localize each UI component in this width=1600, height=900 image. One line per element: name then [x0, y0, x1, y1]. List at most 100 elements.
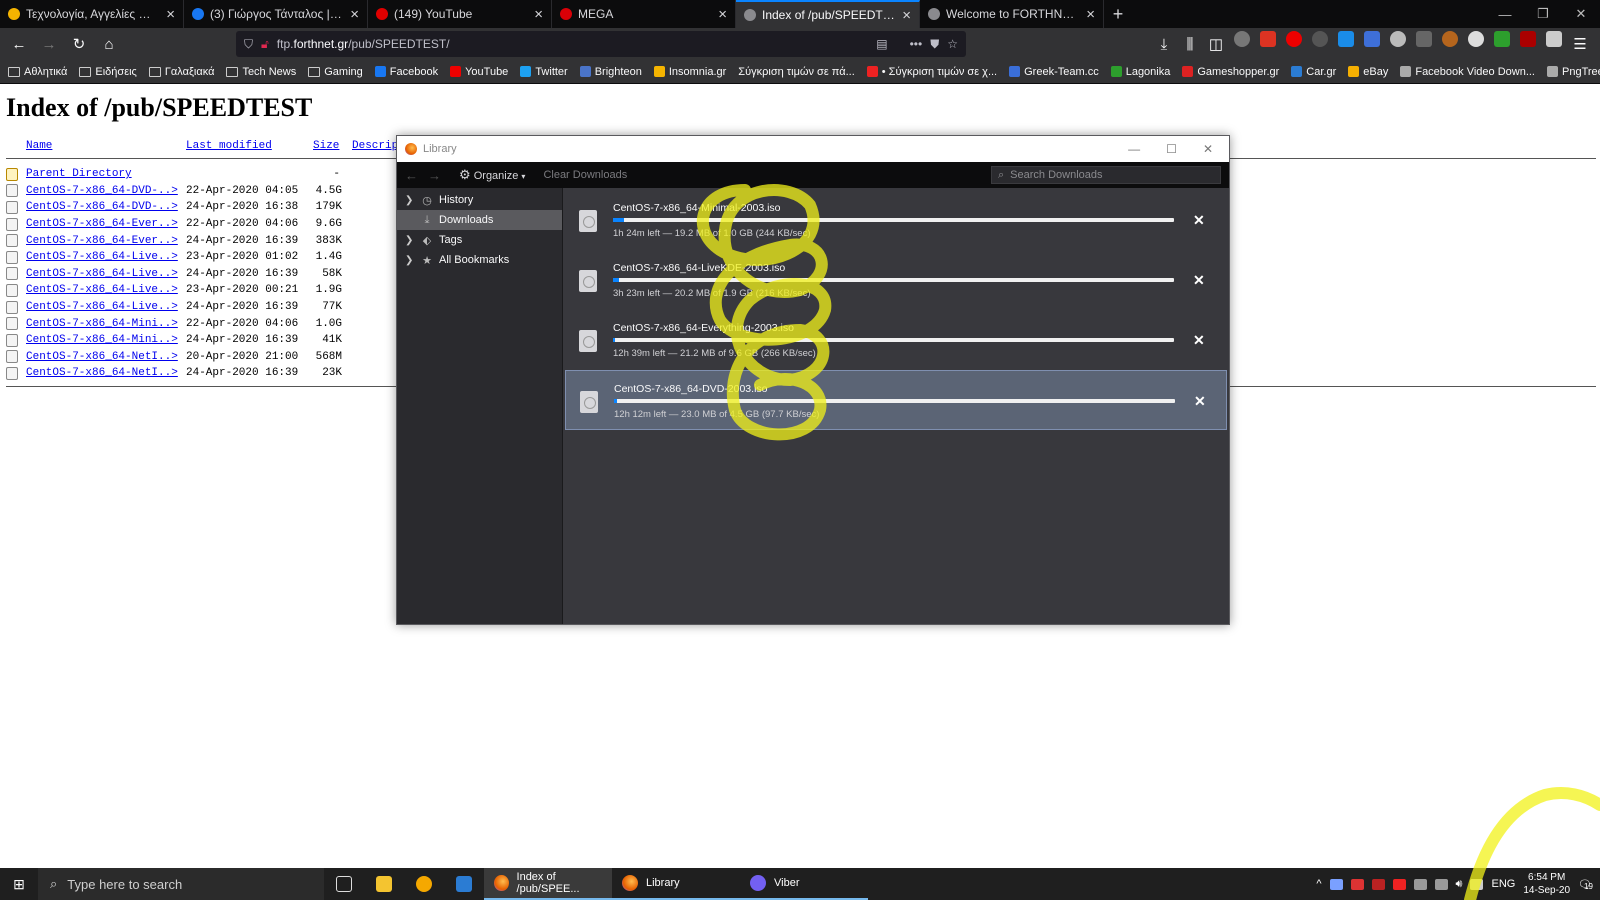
- expand-chevron-icon[interactable]: ❯: [405, 255, 415, 266]
- file-link[interactable]: CentOS-7-x86_64-Mini..>: [26, 318, 178, 330]
- pocket-icon[interactable]: ⛊: [930, 37, 939, 52]
- bookmark-item[interactable]: Greek-Team.cc: [1009, 66, 1099, 78]
- library-close-button[interactable]: ✕: [1203, 142, 1213, 156]
- bookmark-item[interactable]: Car.gr: [1291, 66, 1336, 78]
- url-bar[interactable]: ⛉ 🔓︎ ftp.forthnet.gr/pub/SPEEDTEST/ ▤ ••…: [236, 31, 966, 57]
- forward-button[interactable]: →: [36, 31, 62, 57]
- clock[interactable]: 6:54 PM 14-Sep-20: [1523, 871, 1570, 897]
- bookmark-item[interactable]: Σύγκριση τιμών σε πά...: [738, 66, 854, 78]
- extension-icon[interactable]: [1442, 31, 1458, 47]
- extension-icon[interactable]: [1494, 31, 1510, 47]
- sidebar-item[interactable]: ❯ ★ All Bookmarks: [397, 250, 562, 270]
- minimize-button[interactable]: —: [1486, 0, 1524, 28]
- bookmark-item[interactable]: Brighteon: [579, 66, 642, 78]
- url-text[interactable]: ftp.forthnet.gr/pub/SPEEDTEST/: [277, 37, 868, 51]
- close-tab-icon[interactable]: ×: [350, 7, 359, 22]
- pinned-app-button[interactable]: [404, 868, 444, 900]
- cancel-download-icon[interactable]: ✕: [1193, 212, 1205, 229]
- taskbar-app-button[interactable]: Index of /pub/SPEE...: [484, 868, 612, 900]
- sidebar-item[interactable]: ❯ ◷ History: [397, 190, 562, 210]
- bookmark-star-icon[interactable]: ☆: [947, 37, 958, 51]
- modified-column-header[interactable]: Last modified: [186, 140, 272, 152]
- bookmark-item[interactable]: Gameshopper.gr: [1182, 66, 1279, 78]
- bookmark-item[interactable]: Lagonika: [1110, 66, 1170, 78]
- menu-icon[interactable]: ☰: [1572, 31, 1588, 57]
- bookmark-item[interactable]: Facebook Video Down...: [1400, 66, 1535, 78]
- bookmark-item[interactable]: Insomnia.gr: [653, 66, 726, 78]
- pinned-app-button[interactable]: [444, 868, 484, 900]
- browser-tab[interactable]: MEGA ×: [552, 0, 736, 28]
- browser-tab[interactable]: Index of /pub/SPEEDTEST ×: [736, 0, 920, 28]
- organize-menu[interactable]: ⚙ Organize ▾: [459, 167, 525, 183]
- volume-icon[interactable]: 🔊︎: [1456, 878, 1463, 891]
- file-link[interactable]: CentOS-7-x86_64-Live..>: [26, 284, 178, 296]
- close-tab-icon[interactable]: ×: [902, 8, 911, 23]
- cancel-download-icon[interactable]: ✕: [1194, 393, 1206, 410]
- library-back-button[interactable]: ←: [405, 168, 418, 183]
- tray-overflow-icon[interactable]: ^: [1316, 878, 1321, 890]
- browser-tab[interactable]: Welcome to FORTHNet ftp serv ×: [920, 0, 1104, 28]
- extension-icon[interactable]: [1234, 31, 1250, 47]
- shield-icon[interactable]: ⛉: [244, 37, 253, 52]
- bookmark-item[interactable]: • Σύγκριση τιμών σε χ...: [866, 66, 997, 78]
- restore-button[interactable]: ❐: [1524, 0, 1562, 28]
- extension-icon[interactable]: [1468, 31, 1484, 47]
- browser-tab[interactable]: Τεχνολογία, Αγγελίες Μεταχειρ ×: [0, 0, 184, 28]
- bookmark-item[interactable]: Γαλαξιακά: [148, 66, 214, 78]
- file-link[interactable]: CentOS-7-x86_64-Live..>: [26, 251, 178, 263]
- bookmark-item[interactable]: YouTube: [450, 66, 508, 78]
- language-indicator[interactable]: ENG: [1491, 878, 1515, 890]
- task-view-button[interactable]: [324, 868, 364, 900]
- close-tab-icon[interactable]: ×: [166, 7, 175, 22]
- file-link[interactable]: CentOS-7-x86_64-NetI..>: [26, 351, 178, 363]
- reload-button[interactable]: ↻: [66, 31, 92, 57]
- library-maximize-button[interactable]: ☐: [1166, 142, 1177, 156]
- file-link[interactable]: CentOS-7-x86_64-Mini..>: [26, 334, 178, 346]
- sidebar-item[interactable]: ⤓ Downloads: [397, 210, 562, 230]
- sidebar-icon[interactable]: ◫: [1208, 31, 1224, 57]
- network-icon[interactable]: [1434, 878, 1448, 890]
- reader-view-icon[interactable]: ▤: [876, 37, 887, 51]
- extension-icon[interactable]: [1390, 31, 1406, 47]
- file-explorer-button[interactable]: [364, 868, 404, 900]
- sidebar-item[interactable]: ❯ ⬖ Tags: [397, 230, 562, 250]
- extension-icon[interactable]: [1312, 31, 1328, 47]
- close-tab-icon[interactable]: ×: [718, 7, 727, 22]
- library-forward-button[interactable]: →: [428, 168, 441, 183]
- cancel-download-icon[interactable]: ✕: [1193, 332, 1205, 349]
- download-item[interactable]: CentOS-7-x86_64-Everything-2003.iso 12h 3…: [565, 310, 1227, 370]
- download-item[interactable]: CentOS-7-x86_64-DVD-2003.iso 12h 12m left…: [565, 370, 1227, 430]
- tray-app-icon[interactable]: [1329, 878, 1343, 890]
- file-link[interactable]: CentOS-7-x86_64-Live..>: [26, 268, 178, 280]
- extension-icon[interactable]: [1338, 31, 1354, 47]
- size-column-header[interactable]: Size: [313, 140, 339, 152]
- extension-icon[interactable]: [1416, 31, 1432, 47]
- new-tab-button[interactable]: +: [1104, 0, 1132, 28]
- bookmark-item[interactable]: Facebook: [374, 66, 438, 78]
- extension-icon[interactable]: [1364, 31, 1380, 47]
- download-item[interactable]: CentOS-7-x86_64-LiveKDE-2003.iso 3h 23m l…: [565, 250, 1227, 310]
- close-tab-icon[interactable]: ×: [534, 7, 543, 22]
- bookmark-item[interactable]: Gaming: [308, 66, 363, 78]
- tray-app-icon[interactable]: [1413, 878, 1427, 890]
- clear-downloads-button[interactable]: Clear Downloads: [543, 169, 627, 181]
- file-link[interactable]: CentOS-7-x86_64-DVD-..>: [26, 185, 178, 197]
- bookmark-item[interactable]: eBay: [1348, 66, 1388, 78]
- parent-directory-link[interactable]: Parent Directory: [26, 168, 132, 180]
- expand-chevron-icon[interactable]: ❯: [405, 235, 415, 246]
- browser-tab[interactable]: (3) Γιώργος Τάνταλος | Facebo ×: [184, 0, 368, 28]
- keyboard-icon[interactable]: [1470, 878, 1484, 890]
- file-link[interactable]: CentOS-7-x86_64-Ever..>: [26, 235, 178, 247]
- file-link[interactable]: CentOS-7-x86_64-Live..>: [26, 301, 178, 313]
- tray-app-icon[interactable]: [1371, 878, 1385, 890]
- downloads-icon[interactable]: ⤓: [1156, 31, 1172, 57]
- tray-app-icon[interactable]: [1350, 878, 1364, 890]
- file-link[interactable]: CentOS-7-x86_64-DVD-..>: [26, 201, 178, 213]
- bookmark-item[interactable]: Twitter: [520, 66, 568, 78]
- page-actions-icon[interactable]: •••: [910, 37, 923, 51]
- close-tab-icon[interactable]: ×: [1086, 7, 1095, 22]
- library-minimize-button[interactable]: —: [1128, 142, 1140, 156]
- taskbar-search-box[interactable]: ⌕ Type here to search: [38, 868, 324, 900]
- bookmark-item[interactable]: Ειδήσεις: [79, 66, 137, 78]
- start-button[interactable]: ⊞: [0, 868, 38, 900]
